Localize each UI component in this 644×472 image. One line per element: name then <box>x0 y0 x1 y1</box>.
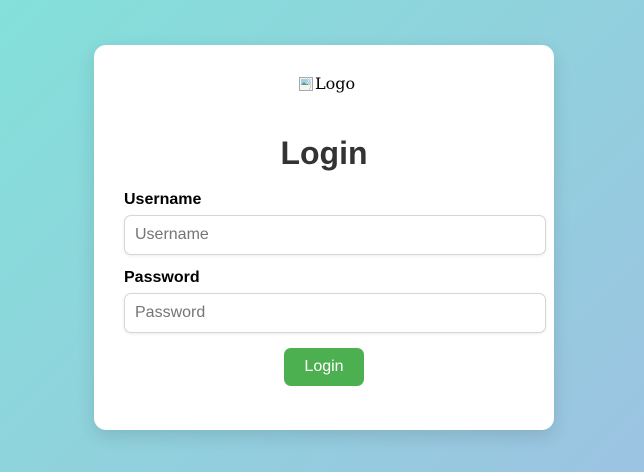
logo-alt-text: Logo <box>315 74 356 93</box>
page-title: Login <box>280 135 368 171</box>
username-label: Username <box>124 191 202 208</box>
username-input[interactable] <box>124 215 546 255</box>
broken-image-icon <box>298 76 314 92</box>
password-input[interactable] <box>124 293 546 333</box>
login-card: Logo Login Username Password Login <box>94 45 554 430</box>
logo: Logo <box>298 74 355 94</box>
password-label: Password <box>124 269 200 286</box>
login-button[interactable]: Login <box>284 348 364 386</box>
